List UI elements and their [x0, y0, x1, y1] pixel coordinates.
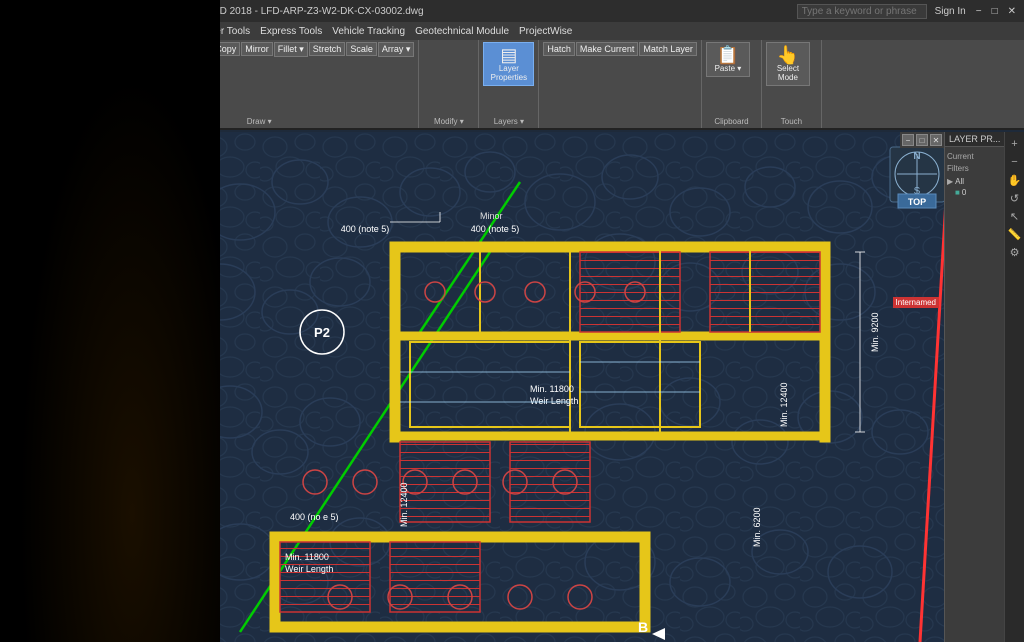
svg-text:400 (note 5): 400 (note 5)	[341, 224, 390, 234]
menu-vehicle-tracking[interactable]: Vehicle Tracking	[330, 26, 407, 37]
layer-item[interactable]: 0	[962, 188, 966, 197]
menu-infraworks[interactable]: InfraWorks	[104, 26, 156, 37]
ribbon-group-hatch: Hatch Make Current Match Layer	[539, 40, 702, 128]
menu-bar: InfraWorks Help Raster Tools Express Too…	[100, 22, 1024, 40]
internamed-badge: Internamed	[893, 297, 939, 308]
menu-projectwise[interactable]: ProjectWise	[517, 26, 574, 37]
svg-text:Min. 12400: Min. 12400	[779, 382, 789, 427]
tool-strip: + − ✋ ↺ ↖ 📏 ⚙	[1004, 132, 1024, 642]
menu-help[interactable]: Help	[162, 26, 187, 37]
ribbon-btn-scale[interactable]: Scale	[346, 42, 377, 56]
app-container: Autodesk AutoCAD Civil 3D 2018 - LFD-ARP…	[0, 0, 1024, 642]
panel-window-controls: − □ ✕	[900, 132, 944, 148]
title-controls: Sign In − □ ✕	[931, 5, 1020, 18]
ribbon-group-clipboard: 📋 Paste ▾ Clipboard	[702, 40, 762, 128]
svg-text:400 (note 5): 400 (note 5)	[471, 224, 520, 234]
svg-text:Weir Length: Weir Length	[530, 396, 578, 406]
panel-minimize-button[interactable]: −	[902, 134, 914, 146]
touch-group-label: Touch	[766, 115, 817, 126]
tool-select[interactable]: ↖	[1007, 208, 1023, 224]
select-mode-icon: 👆	[777, 46, 799, 64]
menu-geotechnical[interactable]: Geotechnical Module	[413, 26, 511, 37]
tool-zoom-in[interactable]: +	[1007, 136, 1023, 152]
drawing-area[interactable]: P2 400 (note 5) 400 (note 5) Min. 11800 …	[100, 132, 1024, 642]
ribbon-group-modify: Modify ▾	[419, 40, 479, 128]
ribbon-btn-make-current[interactable]: Make Current	[576, 42, 639, 56]
panel-close-button[interactable]: ✕	[930, 134, 942, 146]
title-bar-text: Autodesk AutoCAD Civil 3D 2018 - LFD-ARP…	[104, 6, 797, 17]
tool-orbit[interactable]: ↺	[1007, 190, 1023, 206]
touch-buttons: 👆 SelectMode	[766, 42, 817, 86]
svg-text:Min. 11800: Min. 11800	[285, 552, 329, 562]
draw-buttons: Move ▾ Rotate Trim ▾ Copy Mirror Fillet …	[104, 42, 414, 57]
svg-text:Weir Length: Weir Length	[285, 564, 333, 574]
tool-settings[interactable]: ⚙	[1007, 244, 1023, 260]
tool-zoom-out[interactable]: −	[1007, 154, 1023, 170]
svg-text:Min. 11800: Min. 11800	[530, 384, 574, 394]
layers-group-label: Layers ▾	[483, 115, 534, 126]
draw-group-label: Draw ▾	[104, 115, 414, 126]
clipboard-buttons: 📋 Paste ▾	[706, 42, 757, 77]
ribbon-btn-trim[interactable]: Trim ▾	[178, 42, 211, 57]
svg-text:Min. 12400: Min. 12400	[399, 482, 409, 527]
tool-measure[interactable]: 📏	[1007, 226, 1023, 242]
ribbon-btn-copy[interactable]: Copy	[211, 42, 240, 56]
svg-text:Min. 9200: Min. 9200	[870, 312, 880, 352]
panel-restore-button[interactable]: □	[916, 134, 928, 146]
layer-properties-button[interactable]: ▤ LayerProperties	[483, 42, 534, 86]
select-mode-button[interactable]: 👆 SelectMode	[766, 42, 810, 86]
ribbon-btn-rotate[interactable]: Rotate	[142, 42, 177, 56]
svg-text:TOP: TOP	[908, 197, 926, 207]
ribbon-group-draw: Move ▾ Rotate Trim ▾ Copy Mirror Fillet …	[100, 40, 419, 128]
svg-text:P2: P2	[314, 325, 330, 340]
ribbon-btn-hatch[interactable]: Hatch	[543, 42, 575, 56]
ribbon-btn-array[interactable]: Array ▾	[378, 42, 415, 57]
paste-icon: 📋	[717, 46, 739, 64]
svg-text:Min. 6200: Min. 6200	[752, 507, 762, 547]
minimize-button[interactable]: −	[972, 5, 986, 18]
clipboard-group-label: Clipboard	[706, 115, 757, 126]
svg-text:400 (no e 5): 400 (no e 5)	[290, 512, 339, 522]
select-mode-label: SelectMode	[777, 64, 799, 82]
modify-group-label: Modify ▾	[423, 115, 474, 126]
tool-pan[interactable]: ✋	[1007, 172, 1023, 188]
layer-tree-item[interactable]: All	[955, 177, 964, 186]
ribbon-group-layer-props: ▤ LayerProperties Layers ▾	[479, 40, 539, 128]
menu-express-tools[interactable]: Express Tools	[258, 26, 324, 37]
maximize-button[interactable]: □	[988, 5, 1002, 18]
ribbon-btn-move[interactable]: Move ▾	[104, 42, 141, 57]
ribbon-btn-stretch[interactable]: Stretch	[309, 42, 346, 56]
layer-props-icon: ▤	[500, 46, 517, 64]
search-input[interactable]	[797, 4, 927, 19]
paste-button[interactable]: 📋 Paste ▾	[706, 42, 750, 77]
layer-properties-label: LayerProperties	[491, 64, 527, 82]
title-bar: Autodesk AutoCAD Civil 3D 2018 - LFD-ARP…	[100, 0, 1024, 22]
hatch-buttons: Hatch Make Current Match Layer	[543, 42, 697, 56]
ribbon-btn-match-layer[interactable]: Match Layer	[639, 42, 697, 56]
paste-label: Paste ▾	[715, 64, 742, 73]
cad-drawing: P2 400 (note 5) 400 (note 5) Min. 11800 …	[100, 132, 1024, 642]
svg-text:Minor: Minor	[480, 211, 503, 221]
menu-raster-tools[interactable]: Raster Tools	[193, 26, 252, 37]
ribbon-btn-fillet[interactable]: Fillet ▾	[274, 42, 308, 57]
close-button[interactable]: ✕	[1004, 5, 1020, 18]
svg-text:B: B	[638, 619, 648, 635]
ribbon-btn-mirror[interactable]: Mirror	[241, 42, 273, 56]
sign-in-button[interactable]: Sign In	[931, 5, 970, 18]
cad-window: Autodesk AutoCAD Civil 3D 2018 - LFD-ARP…	[100, 0, 1024, 642]
ribbon-toolbar: Move ▾ Rotate Trim ▾ Copy Mirror Fillet …	[100, 40, 1024, 130]
ribbon-group-touch: 👆 SelectMode Touch	[762, 40, 822, 128]
